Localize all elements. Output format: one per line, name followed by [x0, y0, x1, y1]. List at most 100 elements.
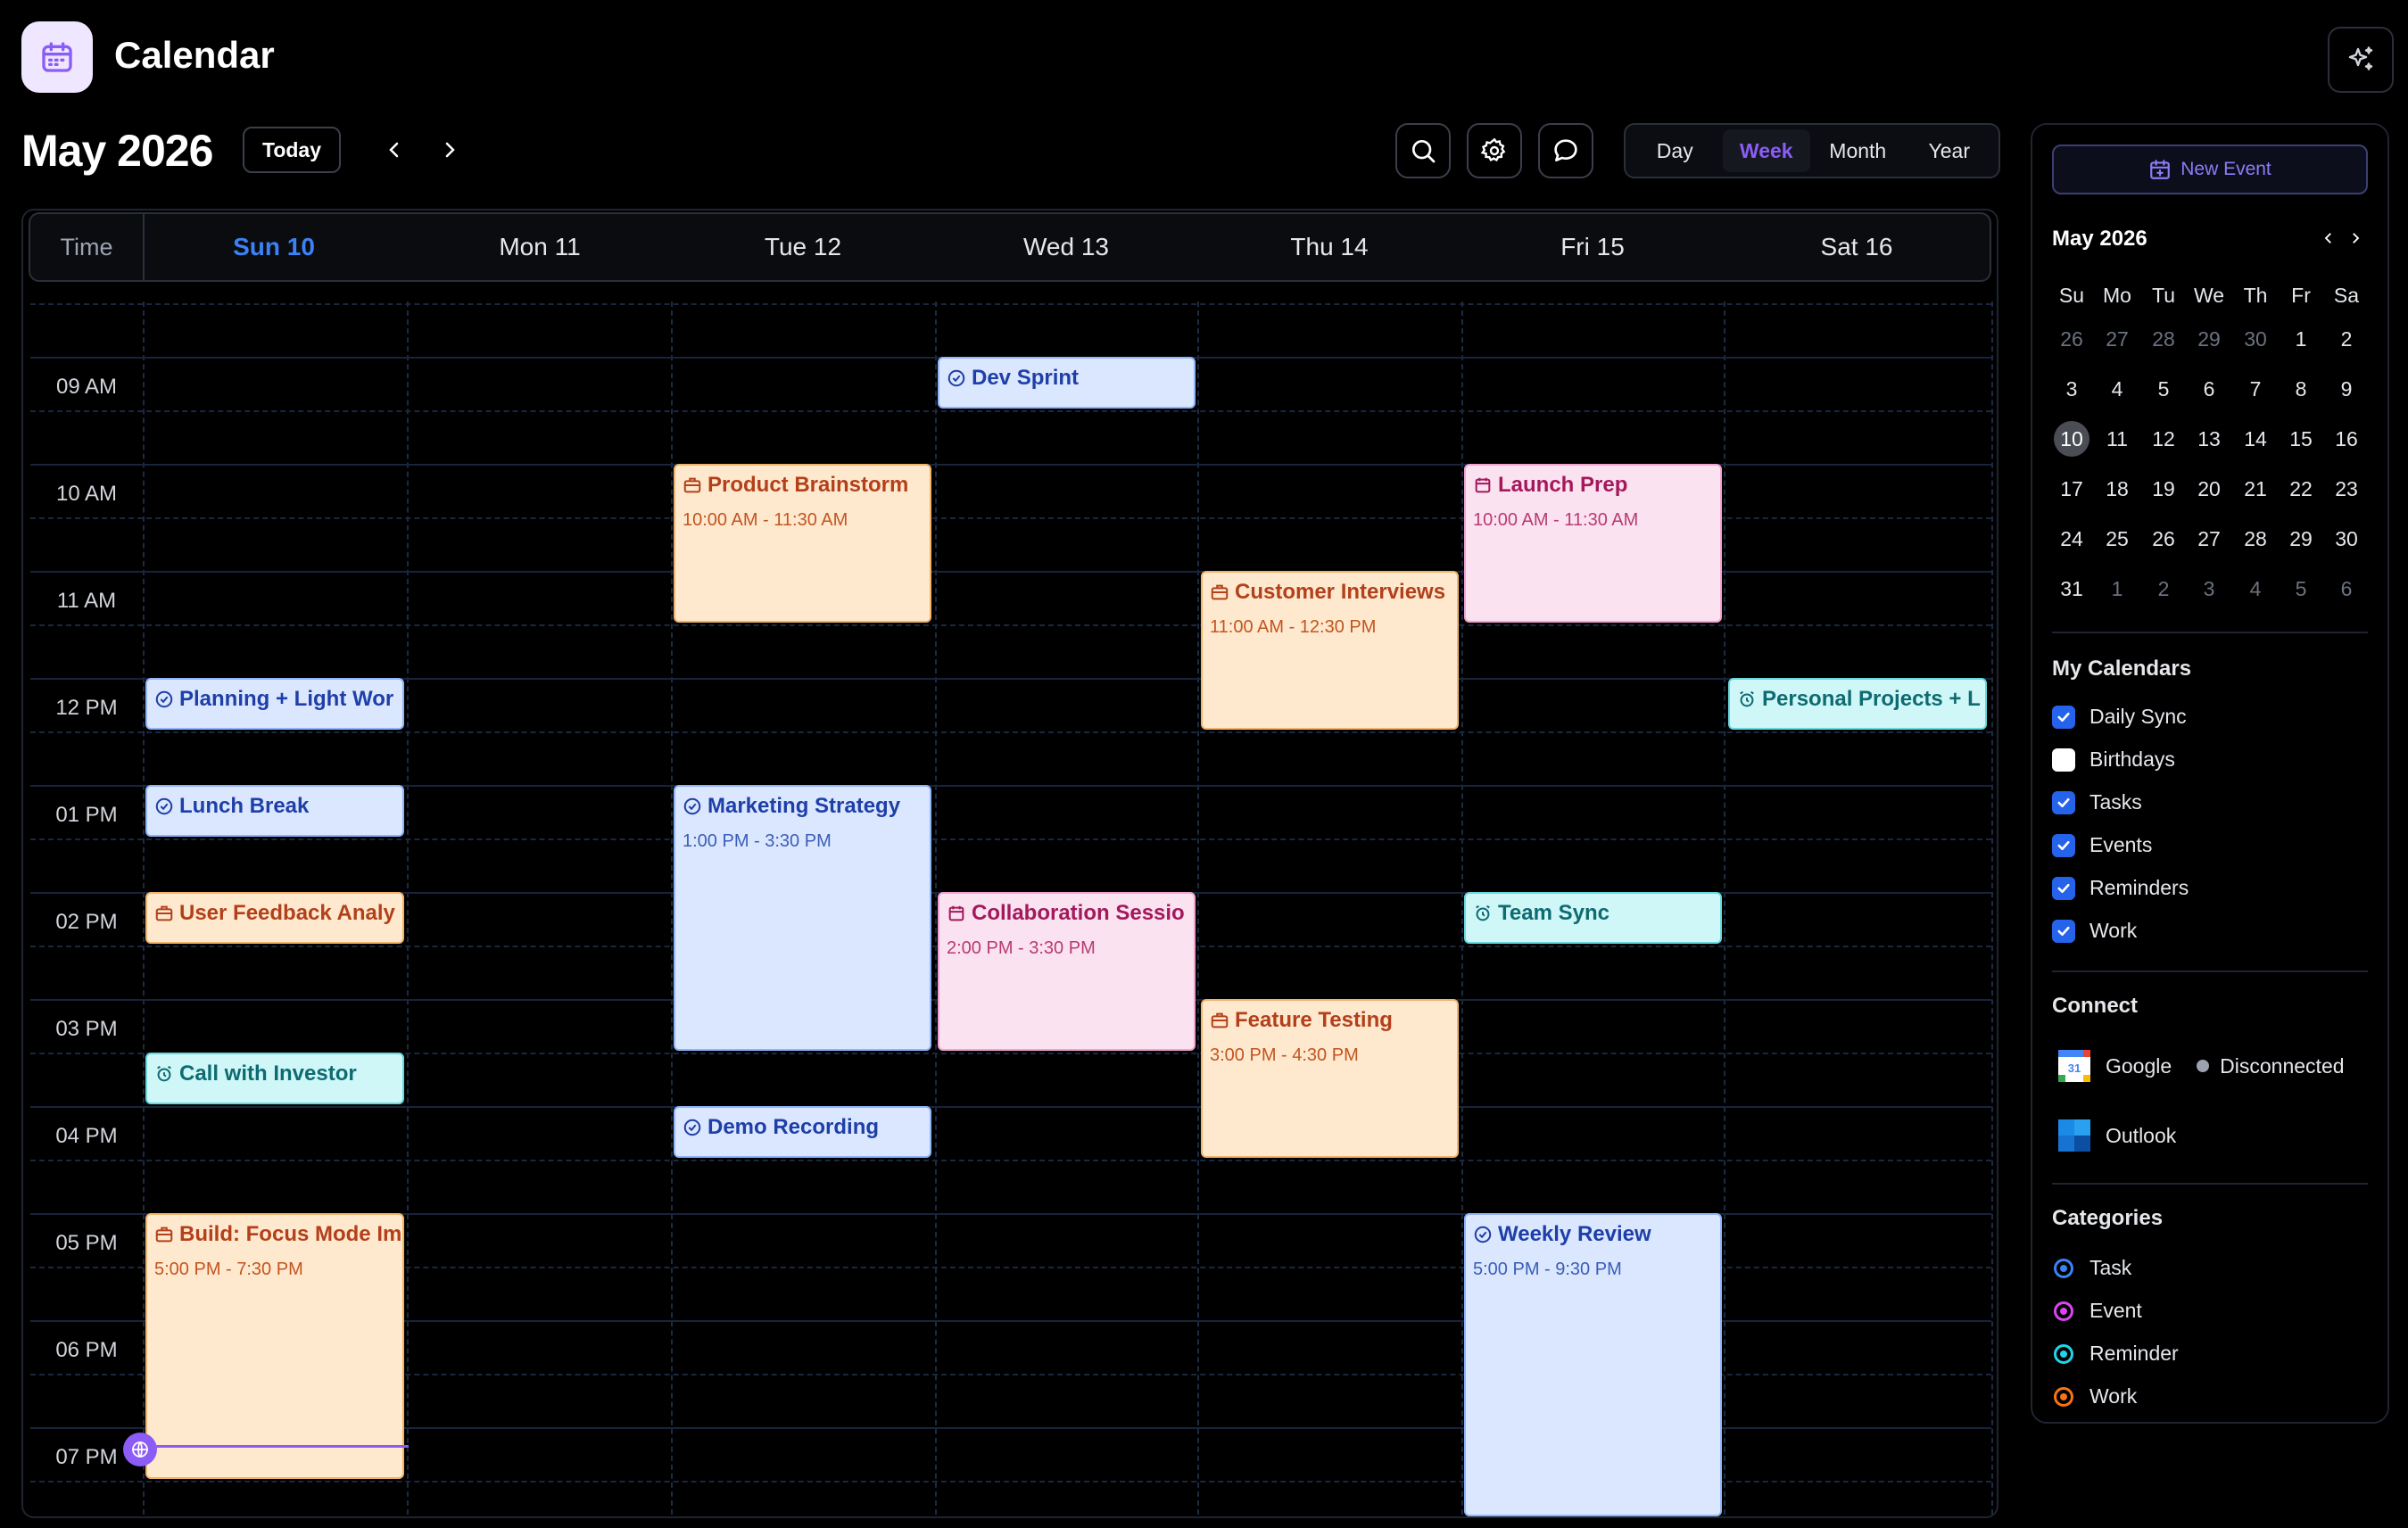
event-dev-sprint[interactable]: Dev Sprint: [938, 357, 1196, 409]
day-header-thu[interactable]: Thu 14: [1197, 214, 1461, 280]
calendar-toggle-item[interactable]: Events: [2052, 833, 2152, 857]
mini-day[interactable]: 24: [2048, 519, 2095, 558]
category-item[interactable]: Work: [2054, 1384, 2137, 1408]
mini-day[interactable]: 26: [2140, 519, 2187, 558]
today-button[interactable]: Today: [243, 127, 341, 173]
prev-week-button[interactable]: [377, 127, 412, 173]
mini-day[interactable]: 28: [2232, 519, 2279, 558]
mini-day[interactable]: 29: [2278, 519, 2324, 558]
mini-day[interactable]: 20: [2186, 469, 2232, 508]
event-weekly-review[interactable]: Weekly Review 5:00 PM - 9:30 PM: [1464, 1213, 1722, 1516]
mini-day[interactable]: 5: [2140, 369, 2187, 409]
mini-day[interactable]: 27: [2186, 519, 2232, 558]
category-item[interactable]: Task: [2054, 1256, 2131, 1280]
mini-day[interactable]: 27: [2094, 319, 2140, 359]
mini-day[interactable]: 31: [2048, 569, 2095, 608]
mini-day-selected[interactable]: 10: [2048, 419, 2095, 458]
next-week-button[interactable]: [432, 127, 468, 173]
checkbox-checked-icon[interactable]: [2052, 705, 2075, 729]
mini-next-month-button[interactable]: [2343, 225, 2368, 252]
mini-day[interactable]: 29: [2186, 319, 2232, 359]
mini-day[interactable]: 30: [2323, 519, 2370, 558]
new-event-button[interactable]: New Event: [2052, 145, 2368, 194]
event-personal-projects[interactable]: Personal Projects + L: [1728, 678, 1987, 730]
event-call-with-investor[interactable]: Call with Investor: [145, 1053, 404, 1104]
mini-day[interactable]: 19: [2140, 469, 2187, 508]
mini-day[interactable]: 25: [2094, 519, 2140, 558]
category-item[interactable]: Event: [2054, 1299, 2142, 1323]
day-header-sat[interactable]: Sat 16: [1724, 214, 1990, 280]
mini-day[interactable]: 28: [2140, 319, 2187, 359]
mini-day[interactable]: 2: [2323, 319, 2370, 359]
mini-day[interactable]: 15: [2278, 419, 2324, 458]
connect-outlook[interactable]: Outlook: [2057, 1119, 2176, 1152]
calendar-toggle-item[interactable]: Daily Sync: [2052, 705, 2187, 729]
checkbox-checked-icon[interactable]: [2052, 833, 2075, 857]
category-color-dot-icon: [2054, 1343, 2073, 1364]
mini-day[interactable]: 21: [2232, 469, 2279, 508]
mini-day[interactable]: 17: [2048, 469, 2095, 508]
checkbox-unchecked-icon[interactable]: [2052, 747, 2075, 772]
day-header-fri[interactable]: Fri 15: [1461, 214, 1724, 280]
day-header-wed[interactable]: Wed 13: [935, 214, 1197, 280]
event-product-brainstorm[interactable]: Product Brainstorm 10:00 AM - 11:30 AM: [674, 464, 931, 623]
mini-day[interactable]: 9: [2323, 369, 2370, 409]
view-week-tab[interactable]: Week: [1722, 129, 1810, 172]
mini-day[interactable]: 26: [2048, 319, 2095, 359]
event-user-feedback[interactable]: User Feedback Analy: [145, 892, 404, 944]
event-planning[interactable]: Planning + Light Wor: [145, 678, 404, 730]
checkbox-checked-icon[interactable]: [2052, 790, 2075, 814]
mini-day[interactable]: 5: [2278, 569, 2324, 608]
calendar-toggle-item[interactable]: Work: [2052, 919, 2137, 943]
day-header-sun[interactable]: Sun 10: [143, 214, 405, 280]
category-item[interactable]: Reminder: [2054, 1342, 2179, 1366]
event-lunch-break[interactable]: Lunch Break: [145, 785, 404, 837]
view-month-tab[interactable]: Month: [1814, 129, 1902, 172]
mini-day[interactable]: 23: [2323, 469, 2370, 508]
mini-day[interactable]: 11: [2094, 419, 2140, 458]
mini-day[interactable]: 6: [2186, 369, 2232, 409]
event-demo-recording[interactable]: Demo Recording: [674, 1106, 931, 1158]
mini-day[interactable]: 16: [2323, 419, 2370, 458]
chat-button[interactable]: [1538, 123, 1593, 178]
view-day-tab[interactable]: Day: [1631, 129, 1719, 172]
mini-day[interactable]: 7: [2232, 369, 2279, 409]
ai-assistant-button[interactable]: [2328, 27, 2394, 93]
connect-google[interactable]: 31 Google Disconnected: [2057, 1049, 2345, 1083]
current-time-indicator[interactable]: [123, 1433, 157, 1466]
event-marketing-strategy[interactable]: Marketing Strategy 1:00 PM - 3:30 PM: [674, 785, 931, 1051]
mini-day[interactable]: 3: [2048, 369, 2095, 409]
event-collaboration-session[interactable]: Collaboration Sessio 2:00 PM - 3:30 PM: [938, 892, 1196, 1051]
mini-day[interactable]: 12: [2140, 419, 2187, 458]
calendar-toggle-item[interactable]: Reminders: [2052, 876, 2189, 900]
checkbox-checked-icon[interactable]: [2052, 876, 2075, 900]
day-header-tue[interactable]: Tue 12: [671, 214, 935, 280]
event-launch-prep[interactable]: Launch Prep 10:00 AM - 11:30 AM: [1464, 464, 1722, 623]
mini-day[interactable]: 13: [2186, 419, 2232, 458]
calendar-toggle-item[interactable]: Tasks: [2052, 790, 2142, 814]
mini-day[interactable]: 8: [2278, 369, 2324, 409]
mini-day[interactable]: 4: [2232, 569, 2279, 608]
mini-prev-month-button[interactable]: [2316, 225, 2341, 252]
event-feature-testing[interactable]: Feature Testing 3:00 PM - 4:30 PM: [1201, 999, 1459, 1158]
day-header-mon[interactable]: Mon 11: [409, 214, 671, 280]
mini-day[interactable]: 3: [2186, 569, 2232, 608]
mini-day[interactable]: 22: [2278, 469, 2324, 508]
checkbox-checked-icon[interactable]: [2052, 919, 2075, 943]
mini-day[interactable]: 1: [2278, 319, 2324, 359]
event-team-sync[interactable]: Team Sync: [1464, 892, 1722, 944]
mini-day[interactable]: 18: [2094, 469, 2140, 508]
mini-day[interactable]: 6: [2323, 569, 2370, 608]
search-button[interactable]: [1395, 123, 1451, 178]
mini-day[interactable]: 14: [2232, 419, 2279, 458]
mini-day[interactable]: 2: [2140, 569, 2187, 608]
time-label: 03 PM: [55, 1017, 118, 1041]
view-year-tab[interactable]: Year: [1906, 129, 1994, 172]
mini-day[interactable]: 30: [2232, 319, 2279, 359]
event-build-focus-mode[interactable]: Build: Focus Mode Im 5:00 PM - 7:30 PM: [145, 1213, 404, 1479]
mini-day[interactable]: 4: [2094, 369, 2140, 409]
mini-day[interactable]: 1: [2094, 569, 2140, 608]
event-customer-interviews[interactable]: Customer Interviews 11:00 AM - 12:30 PM: [1201, 571, 1459, 730]
settings-button[interactable]: [1467, 123, 1522, 178]
calendar-toggle-item[interactable]: Birthdays: [2052, 747, 2175, 772]
